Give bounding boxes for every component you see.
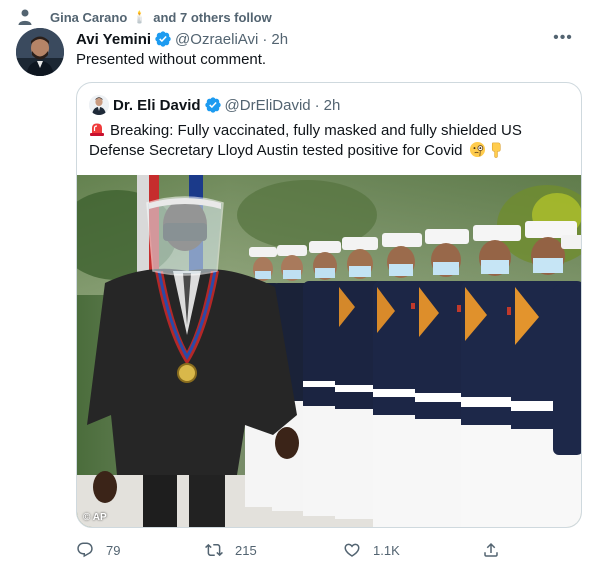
quote-text-block: Breaking: Fully vaccinated, fully masked… — [89, 121, 569, 161]
reply-count: 79 — [106, 542, 121, 558]
like-count: 1.1K — [373, 542, 400, 558]
quote-text: Breaking: Fully vaccinated, fully masked… — [89, 122, 522, 159]
quote-author-handle[interactable]: @DrEliDavid — [225, 97, 311, 114]
tweet-text: Presented without comment. — [76, 51, 267, 68]
face-with-monocle-emoji-icon — [469, 141, 485, 158]
follower-name[interactable]: Gina Carano — [50, 10, 127, 25]
siren-emoji-icon — [90, 123, 104, 136]
tweet-header: Avi Yemini @OzraeliAvi · 2h ••• — [76, 29, 582, 49]
quote-author-name[interactable]: Dr. Eli David — [113, 97, 201, 114]
like-button[interactable]: 1.1K — [343, 538, 400, 562]
quote-avatar[interactable] — [89, 95, 109, 115]
action-bar: 79 215 1.1K — [76, 538, 506, 562]
share-button[interactable] — [482, 538, 512, 562]
separator-dot: · — [314, 96, 320, 114]
author-handle[interactable]: @OzraeliAvi — [175, 31, 258, 48]
separator-dot: · — [262, 30, 268, 48]
social-context[interactable]: Gina Carano 🕯️ and 7 others follow — [18, 8, 272, 26]
retweet-count: 215 — [235, 542, 257, 558]
candle-emoji: 🕯️ — [132, 10, 148, 24]
person-icon — [18, 9, 32, 25]
verified-badge-icon — [155, 31, 171, 47]
pointing-down-emoji-icon — [491, 142, 501, 158]
quote-header: Dr. Eli David @DrEliDavid · 2h — [89, 95, 340, 115]
reply-button[interactable]: 79 — [76, 538, 120, 562]
follower-suffix[interactable]: and 7 others follow — [153, 10, 271, 25]
reply-icon — [77, 542, 93, 558]
author-name[interactable]: Avi Yemini — [76, 31, 151, 48]
avatar[interactable] — [16, 28, 64, 76]
share-icon — [484, 542, 498, 557]
heart-icon — [344, 543, 360, 557]
quoted-tweet[interactable]: Dr. Eli David @DrEliDavid · 2h Breaking:… — [76, 82, 582, 528]
retweet-icon — [205, 543, 223, 557]
media-credit: © AP — [83, 512, 107, 523]
tweet-timestamp[interactable]: 2h — [271, 31, 288, 48]
verified-badge-icon — [204, 97, 221, 113]
media-photo[interactable]: © AP — [77, 175, 581, 527]
quote-timestamp[interactable]: 2h — [324, 97, 341, 114]
more-icon[interactable]: ••• — [550, 25, 576, 51]
retweet-button[interactable]: 215 — [205, 538, 257, 562]
